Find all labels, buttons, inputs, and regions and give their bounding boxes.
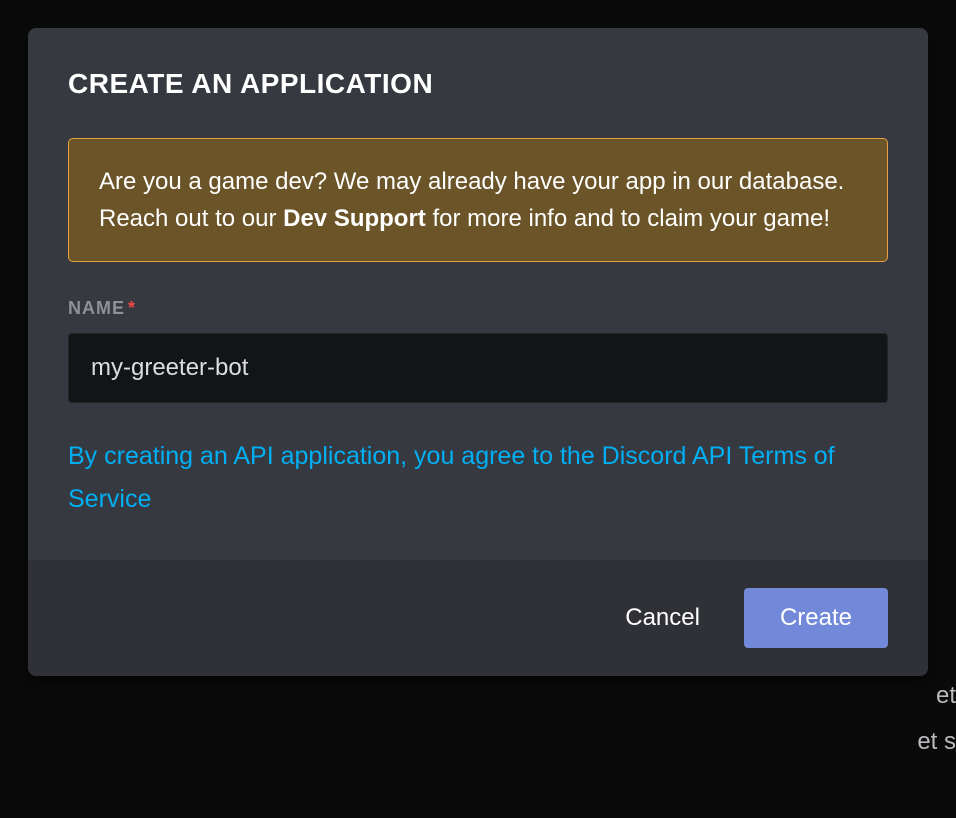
notice-text: Are you a game dev? We may already have … (99, 163, 857, 237)
create-application-modal: CREATE AN APPLICATION Are you a game dev… (28, 28, 928, 676)
required-indicator: * (128, 298, 136, 318)
modal-body: CREATE AN APPLICATION Are you a game dev… (28, 28, 928, 560)
dev-support-link[interactable]: Dev Support (283, 205, 426, 232)
game-dev-notice: Are you a game dev? We may already have … (68, 138, 888, 262)
name-label-text: NAME (68, 298, 125, 318)
modal-footer: Cancel Create (28, 560, 928, 676)
terms-of-service-link[interactable]: By creating an API application, you agre… (68, 435, 888, 520)
name-field-label: NAME* (68, 298, 888, 319)
background-text: et (936, 682, 956, 710)
cancel-button[interactable]: Cancel (601, 588, 724, 648)
application-name-input[interactable] (68, 333, 888, 403)
notice-suffix: for more info and to claim your game! (426, 205, 830, 232)
create-button[interactable]: Create (744, 588, 888, 648)
background-text: et s (917, 728, 956, 756)
modal-title: CREATE AN APPLICATION (68, 68, 888, 100)
